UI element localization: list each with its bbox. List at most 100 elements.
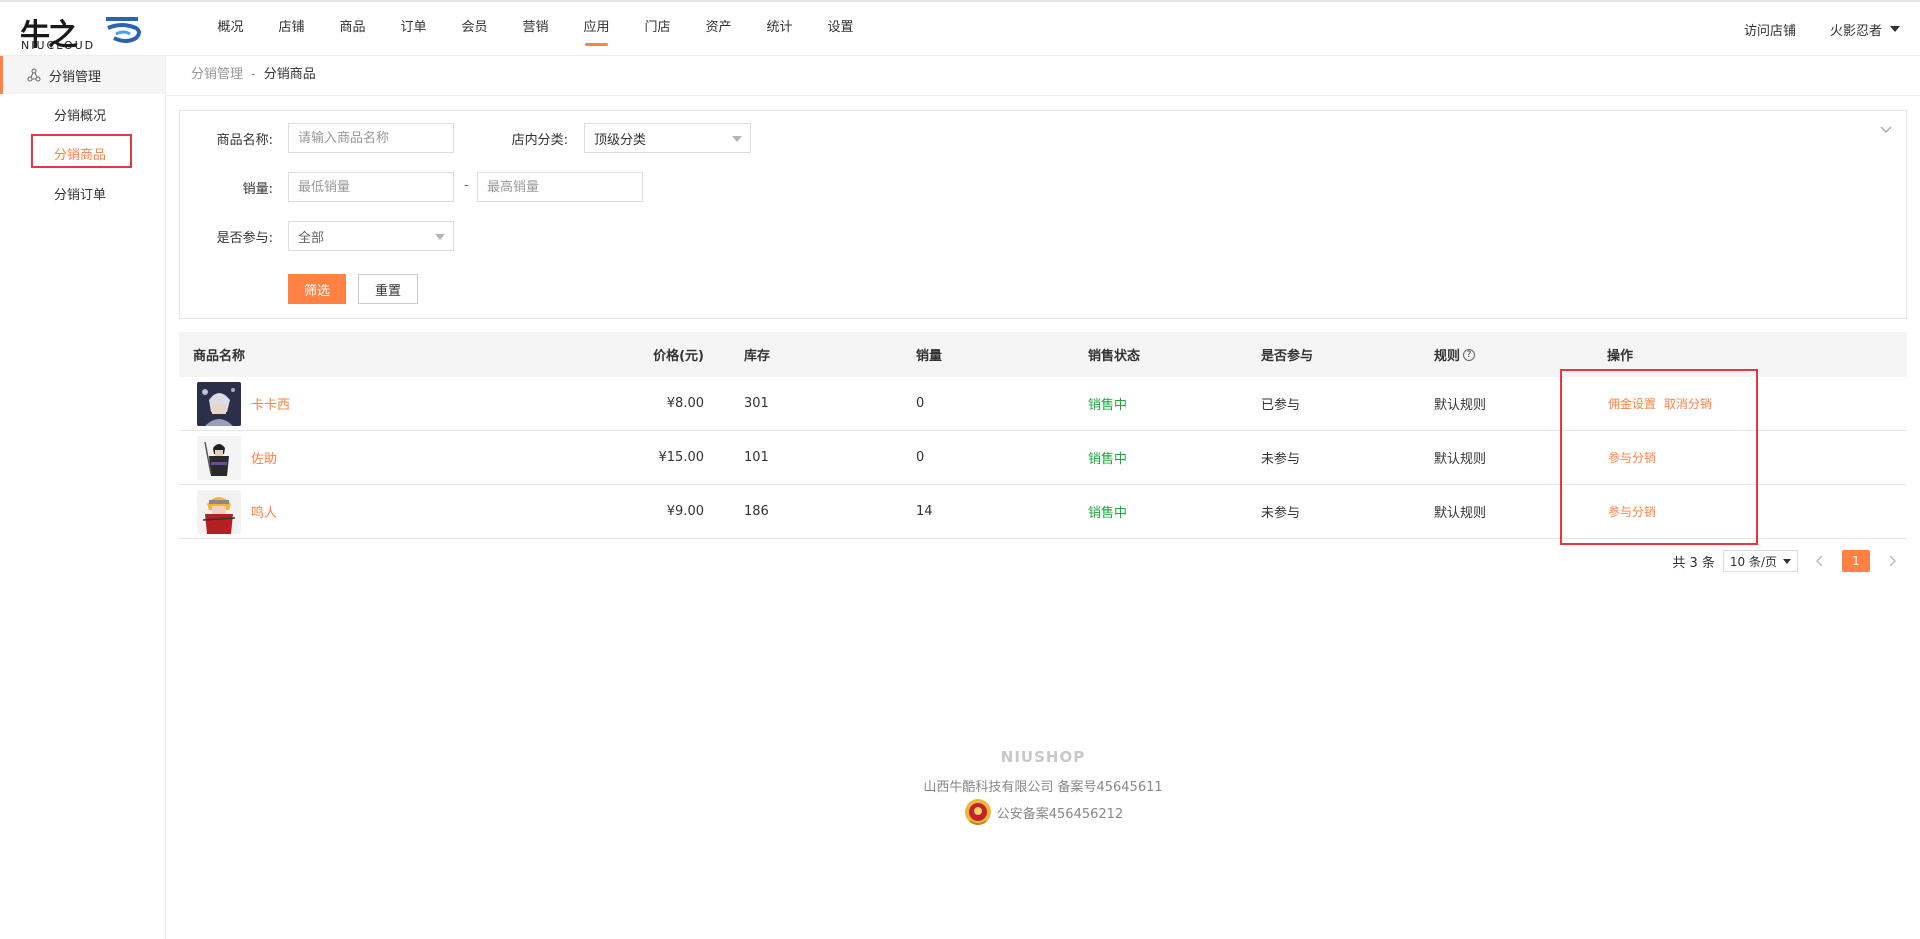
joined-cell: 已参与 <box>1261 398 1301 413</box>
goods-cell: 佐助 <box>197 431 277 484</box>
chevron-down-icon[interactable] <box>1880 123 1892 135</box>
stock-cell: 186 <box>744 504 769 519</box>
goods-name-input[interactable] <box>288 123 454 153</box>
page-size-value: 10 条/页 <box>1729 554 1777 569</box>
sidebar-item-goods[interactable]: 分销商品 <box>54 144 106 163</box>
price-cell: ¥9.00 <box>666 504 704 519</box>
category-select[interactable]: 顶级分类 <box>584 123 751 153</box>
goods-thumbnail[interactable] <box>197 489 241 534</box>
nav-item[interactable]: 设置 <box>810 2 871 56</box>
th-rule: 规则 ? <box>1434 332 1476 377</box>
nav-item[interactable]: 订单 <box>383 2 444 56</box>
th-action: 操作 <box>1607 349 1634 364</box>
user-name: 火影忍者 <box>1829 23 1882 39</box>
nav-item[interactable]: 店铺 <box>261 2 322 56</box>
user-menu[interactable]: 火影忍者 <box>1830 20 1900 39</box>
nav-item[interactable]: 概况 <box>200 2 261 56</box>
filter-panel: 商品名称: 店内分类: 顶级分类 销量: - 是否参与: 全部 筛选 重置 <box>179 110 1907 319</box>
breadcrumb-parent[interactable]: 分销管理 <box>191 67 243 82</box>
prev-page-button[interactable] <box>1806 550 1834 572</box>
question-icon[interactable]: ? <box>1463 348 1476 361</box>
nav-item[interactable]: 会员 <box>444 2 505 56</box>
commission-settings-button[interactable]: 佣金设置 <box>1608 395 1656 412</box>
goods-thumbnail[interactable] <box>197 381 241 426</box>
sidebar: 分销管理 分销概况 分销商品 分销订单 <box>0 56 166 939</box>
status-badge: 销售中 <box>1088 506 1128 521</box>
action-cell: 佣金设置 取消分销 <box>1608 377 1720 430</box>
logo-en-text: NIUCLOUD <box>21 39 96 52</box>
filter-reset-button[interactable]: 重置 <box>358 274 418 304</box>
goods-name-label: 商品名称: <box>216 133 273 148</box>
goods-name-link[interactable]: 卡卡西 <box>251 394 290 413</box>
breadcrumb: 分销管理 - 分销商品 <box>191 56 316 94</box>
sales-cell: 0 <box>916 450 925 465</box>
nav-item[interactable]: 门店 <box>627 2 688 56</box>
joined-cell: 未参与 <box>1261 506 1301 521</box>
th-sales: 销量 <box>916 349 943 364</box>
status-badge: 销售中 <box>1088 452 1128 467</box>
nav-item[interactable]: 商品 <box>322 2 383 56</box>
cancel-distribution-button[interactable]: 取消分销 <box>1664 395 1712 412</box>
nav-item[interactable]: 营销 <box>505 2 566 56</box>
status-badge: 销售中 <box>1088 398 1128 413</box>
table-row: 卡卡西 ¥8.00 301 0 销售中 已参与 默认规则 佣金设置 取消分销 <box>179 377 1907 431</box>
pagination: 共 3 条 10 条/页 1 <box>1672 550 1906 572</box>
page-number-current[interactable]: 1 <box>1842 550 1870 572</box>
table-row: 鸣人 ¥9.00 186 14 销售中 未参与 默认规则 参与分销 <box>179 485 1907 539</box>
divider <box>166 95 1920 96</box>
sidebar-group-distribution[interactable]: 分销管理 <box>0 56 165 94</box>
goods-name-link[interactable]: 鸣人 <box>251 502 277 521</box>
visit-store-link[interactable]: 访问店铺 <box>1744 20 1796 39</box>
chevron-right-icon <box>1889 555 1896 567</box>
th-price: 价格(元) <box>653 349 704 364</box>
joined-cell: 未参与 <box>1261 452 1301 467</box>
sales-max-input[interactable] <box>477 172 643 202</box>
th-status: 销售状态 <box>1088 349 1141 364</box>
nav-item[interactable]: 资产 <box>688 2 749 56</box>
rule-cell: 默认规则 <box>1434 398 1487 413</box>
footer-police-text: 公安备案456456212 <box>996 806 1124 822</box>
sidebar-item-overview[interactable]: 分销概况 <box>54 105 106 124</box>
niucloud-logo[interactable]: 牛之 NIUCLOUD <box>20 10 146 53</box>
stock-cell: 101 <box>744 450 769 465</box>
caret-down-icon <box>1783 558 1791 564</box>
goods-cell: 卡卡西 <box>197 377 290 430</box>
join-value: 全部 <box>298 230 325 246</box>
chevron-down-icon <box>732 136 742 142</box>
nav-item[interactable]: 应用 <box>566 2 627 56</box>
rule-cell: 默认规则 <box>1434 452 1487 467</box>
distribution-icon <box>27 68 41 82</box>
join-label: 是否参与: <box>216 231 273 246</box>
price-cell: ¥8.00 <box>666 396 704 411</box>
th-stock: 库存 <box>744 349 771 364</box>
price-cell: ¥15.00 <box>658 450 705 465</box>
join-distribution-button[interactable]: 参与分销 <box>1608 503 1656 520</box>
stock-cell: 301 <box>744 396 769 411</box>
total-count: 共 3 条 <box>1672 555 1715 571</box>
footer-police: 公安备案456456212 <box>166 797 1920 827</box>
sidebar-item-orders[interactable]: 分销订单 <box>54 184 106 203</box>
breadcrumb-separator: - <box>251 67 256 82</box>
join-select[interactable]: 全部 <box>288 221 454 251</box>
police-badge-icon <box>964 799 991 825</box>
goods-name-link[interactable]: 佐助 <box>251 448 277 467</box>
goods-cell: 鸣人 <box>197 485 277 538</box>
sales-cell: 0 <box>916 396 925 411</box>
cloud-logo-icon <box>106 17 141 43</box>
nav-item[interactable]: 统计 <box>749 2 810 56</box>
sales-cell: 14 <box>916 504 933 519</box>
sales-min-input[interactable] <box>288 172 454 202</box>
action-cell: 参与分销 <box>1608 485 1664 538</box>
filter-submit-button[interactable]: 筛选 <box>288 274 346 304</box>
join-distribution-button[interactable]: 参与分销 <box>1608 449 1656 466</box>
footer-company: 山西牛酷科技有限公司 备案号45645611 <box>923 780 1163 795</box>
sidebar-group-label: 分销管理 <box>49 69 102 85</box>
th-joined: 是否参与 <box>1261 349 1314 364</box>
goods-table: 商品名称 价格(元) 库存 销量 销售状态 是否参与 规则 ? 操作 卡卡西 ¥… <box>179 332 1907 539</box>
goods-thumbnail[interactable] <box>197 435 241 480</box>
table-header: 商品名称 价格(元) 库存 销量 销售状态 是否参与 规则 ? 操作 <box>179 332 1907 377</box>
next-page-button[interactable] <box>1878 550 1906 572</box>
chevron-left-icon <box>1816 555 1823 567</box>
page-size-select[interactable]: 10 条/页 <box>1722 550 1798 572</box>
category-value: 顶级分类 <box>594 132 647 148</box>
